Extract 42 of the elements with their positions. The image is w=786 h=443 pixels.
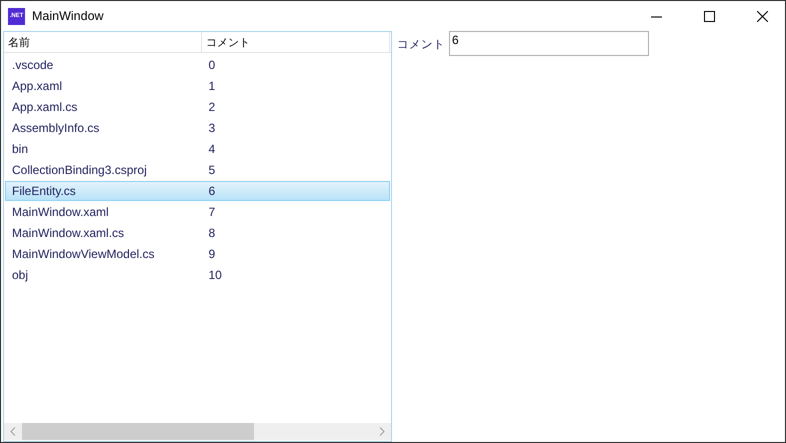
comment-cell-text: 4 [207,142,216,156]
name-cell-text: obj [11,268,30,282]
list-row[interactable]: MainWindow.xaml.cs 8 [5,223,390,243]
comment-cell-text: 9 [207,247,216,261]
close-icon [756,10,768,22]
list-row[interactable]: .vscode 0 [5,55,390,75]
comment-cell-text: 7 [207,205,216,219]
window-title: MainWindow [32,9,105,23]
list-row[interactable]: App.xaml.cs 2 [5,97,390,117]
maximize-icon [704,10,714,22]
list-row[interactable]: bin 4 [5,139,390,159]
name-cell-text: CollectionBinding3.csproj [11,163,148,177]
list-row[interactable]: obj 10 [5,265,390,285]
list-row[interactable]: MainWindow.xaml 7 [5,202,390,222]
list-row[interactable]: App.xaml 1 [5,76,390,96]
list-row[interactable]: MainWindowViewModel.cs 9 [5,244,390,264]
column-header[interactable]: 名前 [4,32,202,52]
comment-cell-text: 10 [207,268,223,282]
name-cell-text: MainWindow.xaml [11,205,110,219]
comment-field[interactable]: 6 [449,31,649,56]
comment-cell-text: 8 [207,226,216,240]
comment-cell-text: 5 [207,163,216,177]
list-row[interactable]: CollectionBinding3.csproj 5 [5,160,390,180]
comment-cell-text: 1 [207,79,216,93]
list-row[interactable]: AssemblyInfo.cs 3 [5,118,390,138]
column-header[interactable]: コメント [202,32,390,52]
name-cell-text: MainWindow.xaml.cs [11,226,126,240]
scrollbar-thumb[interactable] [22,423,254,440]
name-cell-text: App.xaml.cs [11,100,78,114]
comment-cell-text: 6 [207,184,216,198]
comment-label: コメント [397,36,445,52]
comment-cell-text: 3 [207,121,216,135]
name-cell-text: bin [11,142,30,156]
list-row[interactable]: FileEntity.cs 6 [5,181,390,201]
name-cell-text: App.xaml [11,79,64,93]
name-cell-text: AssemblyInfo.cs [11,121,100,135]
comment-cell-text: 2 [207,100,216,114]
name-cell-text: .vscode [11,58,54,72]
name-cell-text: FileEntity.cs [11,184,77,198]
horizontal-scrollbar[interactable] [4,423,391,440]
comment-cell-text: 0 [207,58,216,72]
name-cell-text: MainWindowViewModel.cs [11,247,156,261]
